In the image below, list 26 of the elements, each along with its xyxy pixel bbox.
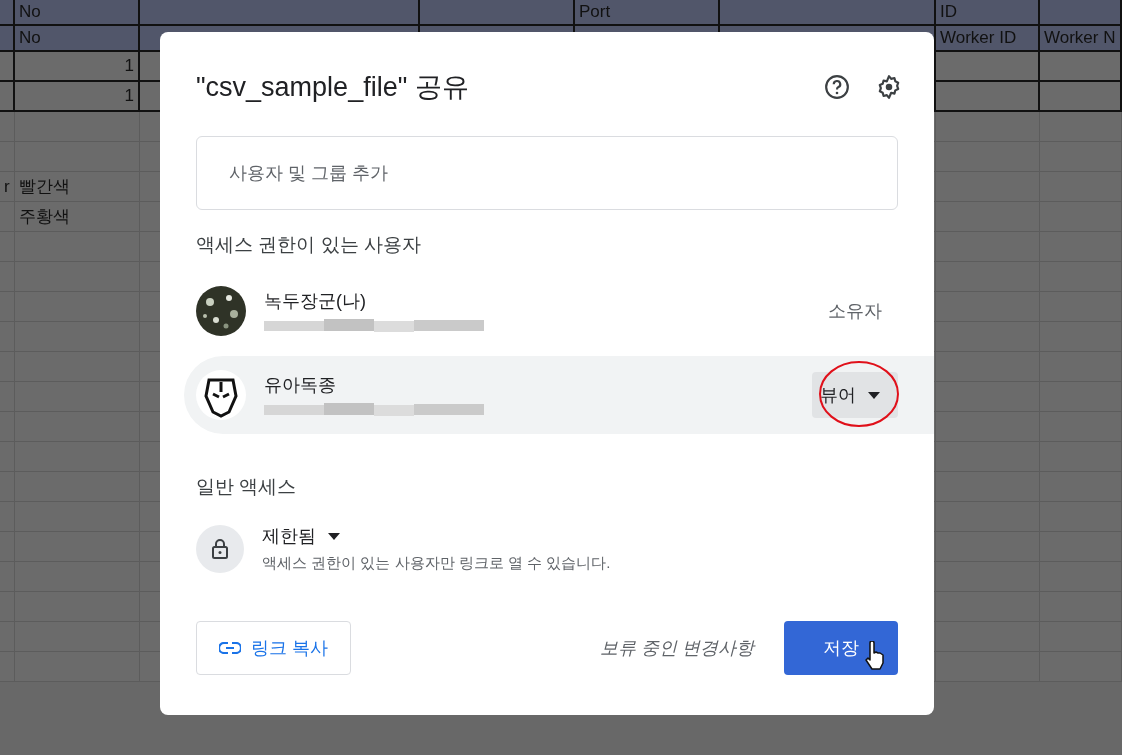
role-dropdown[interactable]: 뷰어 — [812, 372, 898, 418]
access-description: 액세스 권한이 있는 사용자만 링크로 열 수 있습니다. — [262, 554, 611, 573]
table-cell: 1 — [15, 52, 140, 82]
person-row[interactable]: 녹두장군(나) 소유자 — [196, 272, 934, 350]
table-cell: 빨간색 — [15, 172, 140, 202]
section-heading: 액세스 권한이 있는 사용자 — [196, 233, 422, 257]
person-name: 유아독종 — [264, 374, 337, 397]
copy-link-button[interactable]: 링크 복사 — [196, 621, 351, 675]
pending-changes-text: 보류 중인 변경사항 — [599, 637, 754, 660]
table-cell: 주황색 — [15, 202, 140, 232]
header-cell: Port — [575, 0, 720, 26]
header-cell: No — [15, 26, 140, 52]
person-row[interactable]: 유아독종 뷰어 — [184, 356, 934, 434]
header-cell: Worker N — [1040, 26, 1122, 52]
header-cell: No — [15, 0, 140, 26]
dialog-title: "csv_sample_file" 공유 — [196, 71, 470, 104]
person-name: 녹두장군(나) — [264, 290, 367, 313]
header-cell: Worker ID — [936, 26, 1040, 52]
save-button[interactable]: 저장 — [784, 621, 898, 675]
add-people-field[interactable]: 사용자 및 그룹 추가 — [196, 136, 898, 210]
section-heading: 일반 액세스 — [196, 475, 298, 499]
table-cell: 1 — [15, 82, 140, 112]
header-cell: ID — [936, 0, 1040, 26]
person-role: 소유자 — [828, 300, 882, 323]
access-dropdown[interactable]: 제한됨 — [262, 524, 611, 548]
table-cell: r — [0, 172, 15, 202]
